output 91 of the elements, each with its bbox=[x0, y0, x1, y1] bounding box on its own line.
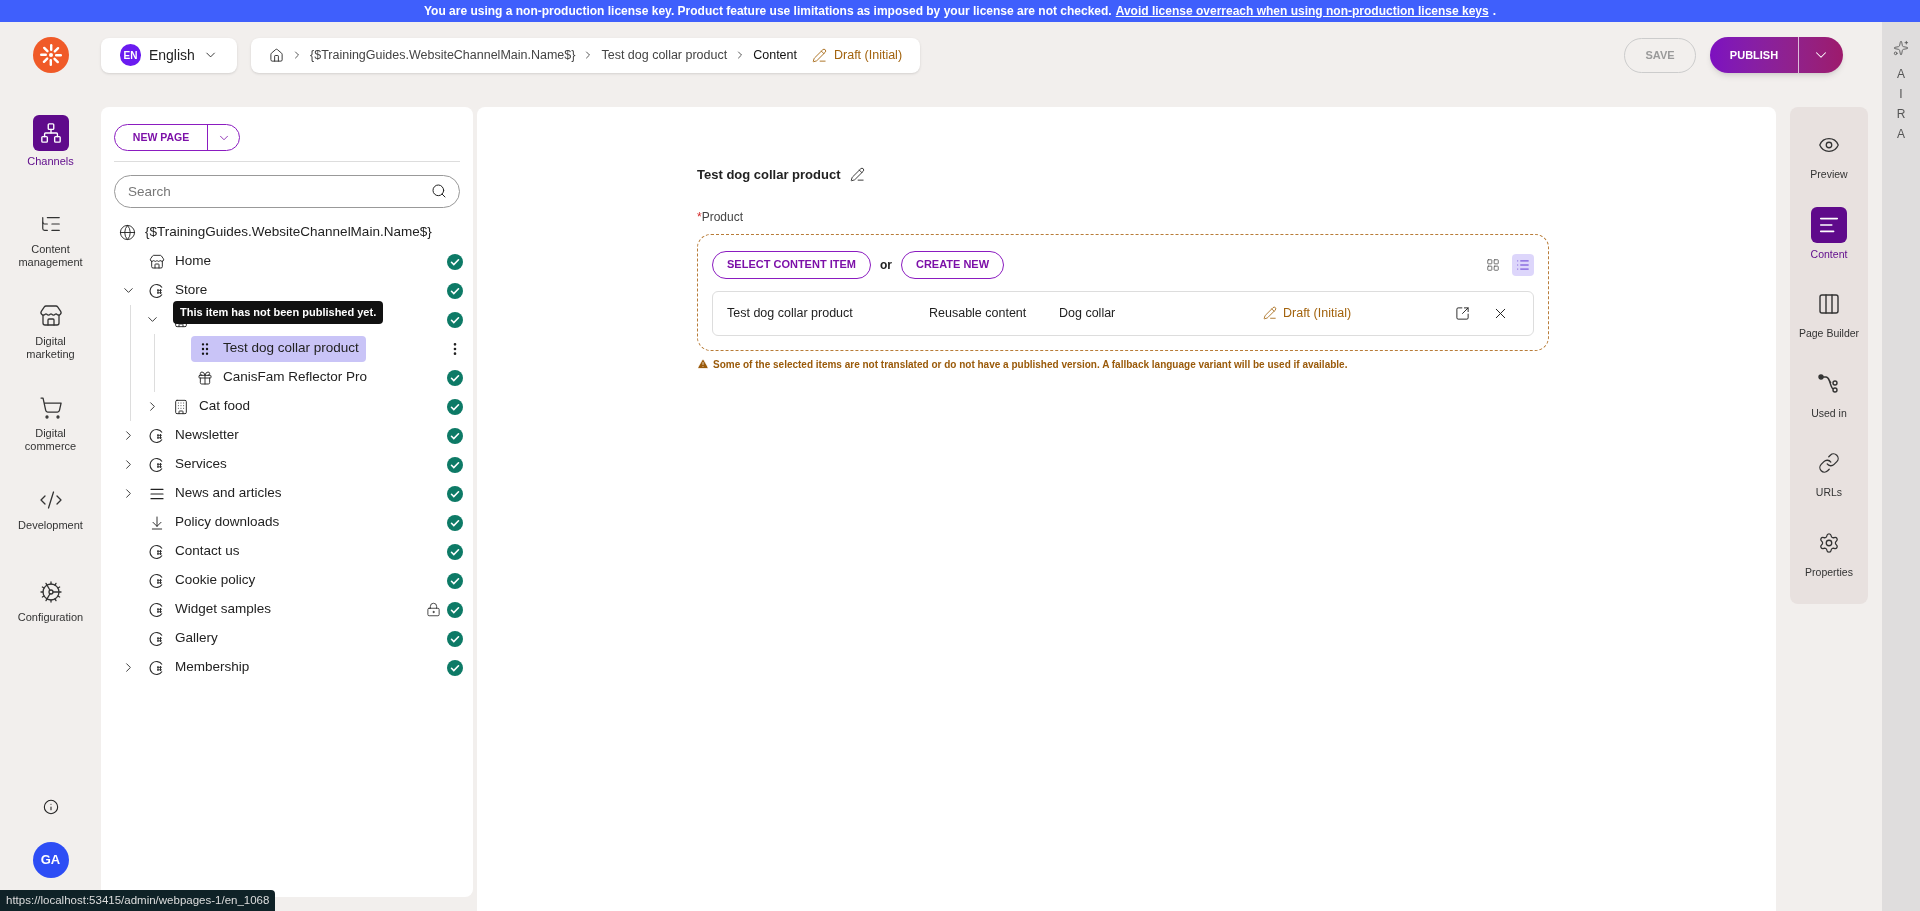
open-external-icon[interactable] bbox=[1455, 305, 1470, 321]
page-icon bbox=[149, 572, 165, 589]
warning-text: Some of the selected items are not translated or do not have a published version. A fallback language variant will be used if available. bbox=[713, 357, 1348, 372]
tree-item-label[interactable]: Services bbox=[175, 454, 227, 475]
page-icon bbox=[149, 543, 165, 560]
code-icon bbox=[38, 488, 63, 512]
page-icon bbox=[149, 282, 165, 299]
grid-icon bbox=[1486, 257, 1500, 272]
draft-status: Draft (Initial) bbox=[834, 46, 903, 64]
columns-icon bbox=[1817, 292, 1841, 316]
tree-item-label[interactable]: Store bbox=[175, 280, 208, 301]
storefront-icon bbox=[149, 253, 165, 270]
tree-item-label[interactable]: Gallery bbox=[175, 628, 218, 649]
search-icon bbox=[431, 183, 447, 199]
tooltip: This item has not been published yet. bbox=[173, 301, 384, 324]
globe-icon bbox=[119, 224, 136, 241]
link-icon bbox=[1818, 452, 1840, 474]
tree-item-label[interactable]: Home bbox=[175, 251, 211, 272]
status-url: https://localhost:53415/admin/webpages-1/en_1068 bbox=[0, 889, 276, 911]
form-title: Test dog collar product bbox=[697, 166, 841, 184]
side-tab[interactable]: Content bbox=[1791, 206, 1867, 286]
tree-item-label[interactable]: Policy downloads bbox=[175, 512, 280, 533]
aira-letter: A bbox=[1897, 68, 1905, 81]
tree-item-label[interactable]: Newsletter bbox=[175, 425, 239, 446]
language-selector[interactable]: EN English bbox=[101, 37, 237, 73]
channel-name[interactable]: {$TrainingGuides.WebsiteChannelMain.Name$} bbox=[145, 222, 432, 243]
tree-item-label[interactable]: Membership bbox=[175, 657, 250, 678]
nav-item[interactable]: Content management bbox=[5, 205, 96, 297]
logo-icon[interactable] bbox=[32, 37, 69, 73]
breadcrumb-link[interactable]: Test dog collar product bbox=[601, 45, 728, 65]
new-page-action[interactable]: NEW PAGE bbox=[115, 125, 207, 150]
item-status: Draft (Initial) bbox=[1283, 304, 1352, 322]
page-icon bbox=[149, 630, 165, 647]
home-icon[interactable] bbox=[269, 47, 284, 63]
banner-text: You are using a non-production license key. Product feature use limitations as imposed by your license are not checked. bbox=[423, 3, 1112, 20]
side-tab[interactable]: Properties bbox=[1791, 524, 1867, 604]
publish-button[interactable]: PUBLISH bbox=[1710, 37, 1798, 73]
storefront-icon bbox=[38, 304, 63, 328]
gift-icon bbox=[197, 369, 213, 386]
item-type: Reusable content bbox=[929, 304, 1028, 322]
settings-icon bbox=[1818, 531, 1840, 554]
gears-icon bbox=[38, 580, 63, 604]
cart-icon bbox=[38, 396, 63, 420]
nav-item[interactable]: Channels bbox=[5, 113, 96, 205]
search-field[interactable]: Search bbox=[114, 175, 460, 208]
user-avatar[interactable]: GA bbox=[32, 842, 69, 878]
channels-icon bbox=[32, 115, 69, 151]
item-content-type: Dog collar bbox=[1059, 304, 1117, 322]
banner-punctuation: . bbox=[1492, 3, 1497, 20]
list-icon bbox=[1516, 257, 1530, 272]
tree-item-label[interactable]: Cat food bbox=[199, 396, 251, 417]
side-tab[interactable]: Used in bbox=[1791, 365, 1867, 445]
page-icon bbox=[149, 601, 165, 618]
tree-item-label[interactable]: Contact us bbox=[175, 541, 240, 562]
breadcrumb-current: Content bbox=[753, 46, 797, 64]
aira-sidebar[interactable]: A I R A bbox=[1882, 22, 1920, 911]
item-name: Test dog collar product bbox=[727, 304, 854, 322]
pencil-icon bbox=[1263, 306, 1277, 320]
nav-item[interactable]: Digital commerce bbox=[5, 389, 96, 481]
aira-letter: I bbox=[1899, 88, 1903, 101]
info-icon[interactable] bbox=[42, 799, 59, 815]
tree-item-label[interactable]: CanisFam Reflector Pro bbox=[223, 367, 368, 388]
side-tab[interactable]: Page Builder bbox=[1791, 286, 1867, 366]
nav-item[interactable]: Configuration bbox=[5, 573, 96, 665]
nav-item[interactable]: Development bbox=[5, 481, 96, 573]
selected-tree-item[interactable]: Test dog collar product bbox=[191, 335, 366, 362]
breadcrumb-link[interactable]: {$TrainingGuides.WebsiteChannelMain.Name$} bbox=[310, 45, 576, 65]
field-label: *Product bbox=[697, 208, 745, 226]
tree-item-label[interactable]: Cookie policy bbox=[175, 570, 256, 591]
required-mark: * bbox=[697, 209, 702, 224]
pencil-icon bbox=[812, 47, 827, 63]
page-icon bbox=[149, 659, 165, 676]
branch-icon bbox=[1818, 372, 1840, 395]
sparkles-icon[interactable] bbox=[1893, 40, 1909, 56]
edit-icon[interactable] bbox=[849, 167, 865, 183]
nav-item[interactable]: Digital marketing bbox=[5, 297, 96, 389]
tree-item-label[interactable]: Test dog collar product bbox=[223, 338, 359, 359]
language-code-badge: EN bbox=[120, 44, 141, 66]
banner-link[interactable]: Avoid license overreach when using non-production license keys bbox=[1115, 2, 1489, 20]
page-icon bbox=[149, 427, 165, 444]
or-text: or bbox=[879, 256, 892, 274]
download-icon bbox=[149, 514, 165, 531]
aira-letter: A bbox=[1897, 128, 1905, 141]
page-icon bbox=[149, 456, 165, 473]
side-tab[interactable]: Preview bbox=[1791, 127, 1867, 207]
tree-item-label[interactable]: Widget samples bbox=[175, 599, 272, 620]
warning-icon bbox=[697, 358, 709, 370]
list-view-button[interactable] bbox=[1512, 253, 1534, 276]
tree-item-label[interactable]: News and articles bbox=[175, 483, 282, 504]
aira-letter: R bbox=[1896, 108, 1906, 121]
side-tab[interactable]: URLs bbox=[1791, 445, 1867, 525]
